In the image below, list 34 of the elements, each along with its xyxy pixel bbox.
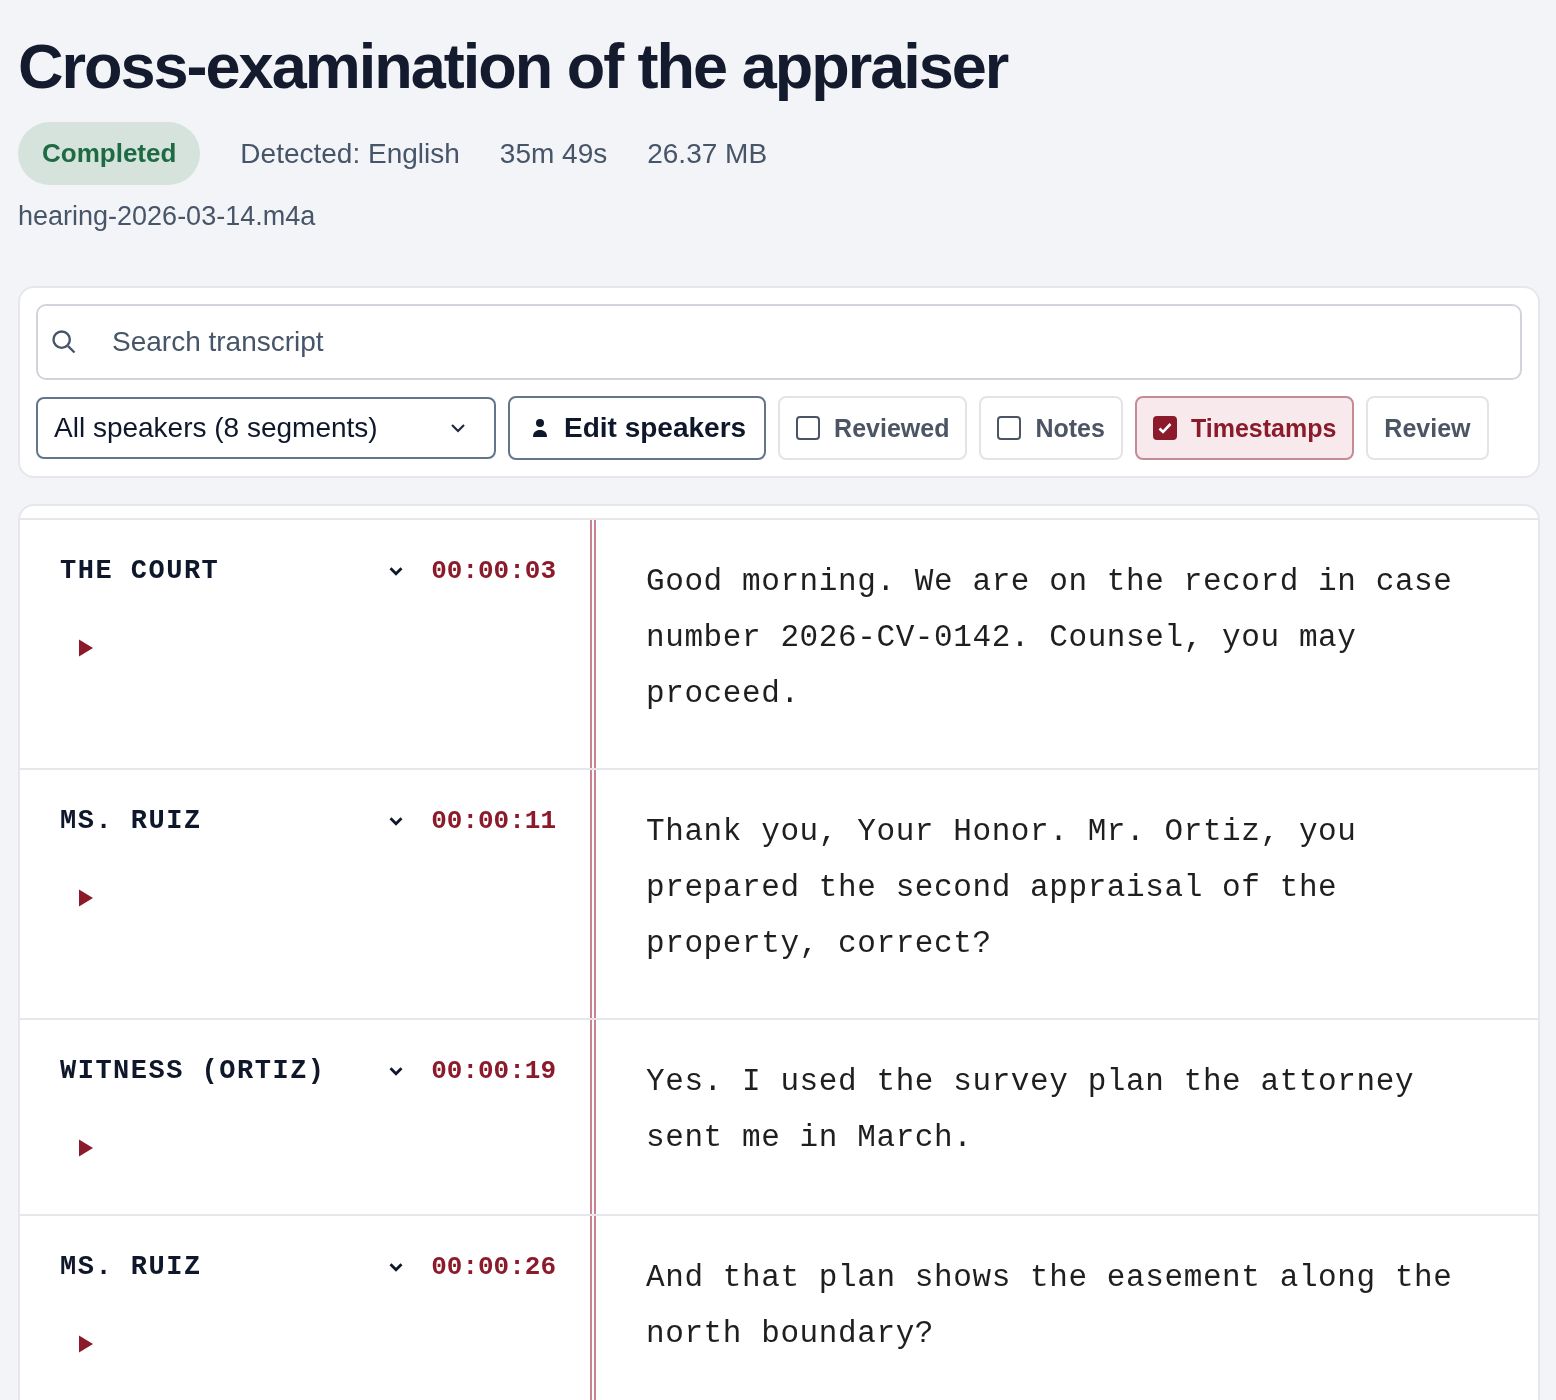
play-icon[interactable] <box>78 888 94 908</box>
file-size: 26.37 MB <box>647 137 768 170</box>
search-icon <box>50 328 78 356</box>
toggle-button[interactable]: Timestamps <box>1134 396 1355 460</box>
checkbox[interactable] <box>997 416 1022 440</box>
edit-speakers-button[interactable]: Edit speakers <box>508 396 767 460</box>
toggle-button[interactable]: Reviewed <box>778 396 968 460</box>
detected-language: Detected: English <box>240 137 460 170</box>
timestamp: 00:00:26 <box>431 1252 556 1282</box>
checkbox[interactable] <box>1152 416 1177 440</box>
speaker-dropdown[interactable]: All speakers (8 segments) <box>36 397 496 459</box>
status-badge: Completed <box>18 122 201 185</box>
speaker-name: WITNESS (ORTIZ) <box>60 1056 327 1086</box>
play-icon[interactable] <box>78 1138 94 1158</box>
speaker-name: MS. RUIZ <box>60 1252 203 1282</box>
toggle-button[interactable]: Notes <box>979 396 1123 460</box>
timestamp: 00:00:11 <box>431 806 556 836</box>
checkbox[interactable] <box>796 416 821 440</box>
timestamp: 00:00:03 <box>431 556 556 586</box>
play-icon[interactable] <box>78 1334 94 1354</box>
play-icon[interactable] <box>78 638 94 658</box>
person-icon <box>532 418 548 438</box>
transcript-text: Good morning. We are on the record in case number 2026-CV-0142. Counsel, you may proceed. <box>645 563 1454 713</box>
speaker-name: THE COURT <box>60 556 221 586</box>
page-title: Cross-examination of the appraiser <box>18 30 1009 103</box>
file-name: hearing-2026-03-14.m4a <box>18 201 317 232</box>
duration: 35m 49s <box>499 137 608 170</box>
transcript-text: Yes. I used the survey plan the attorney sent me in March. <box>645 1063 1416 1157</box>
transcript-text: Thank you, Your Honor. Mr. Ortiz, you prepared the second appraisal of the property, correct? <box>645 813 1358 963</box>
search-field[interactable]: Search transcript <box>36 304 1522 380</box>
transcript-text: And that plan shows the easement along the north boundary? <box>645 1259 1454 1353</box>
review-button[interactable]: Review <box>1366 396 1489 460</box>
timestamp: 00:00:19 <box>431 1056 556 1086</box>
speaker-name: MS. RUIZ <box>60 806 203 836</box>
